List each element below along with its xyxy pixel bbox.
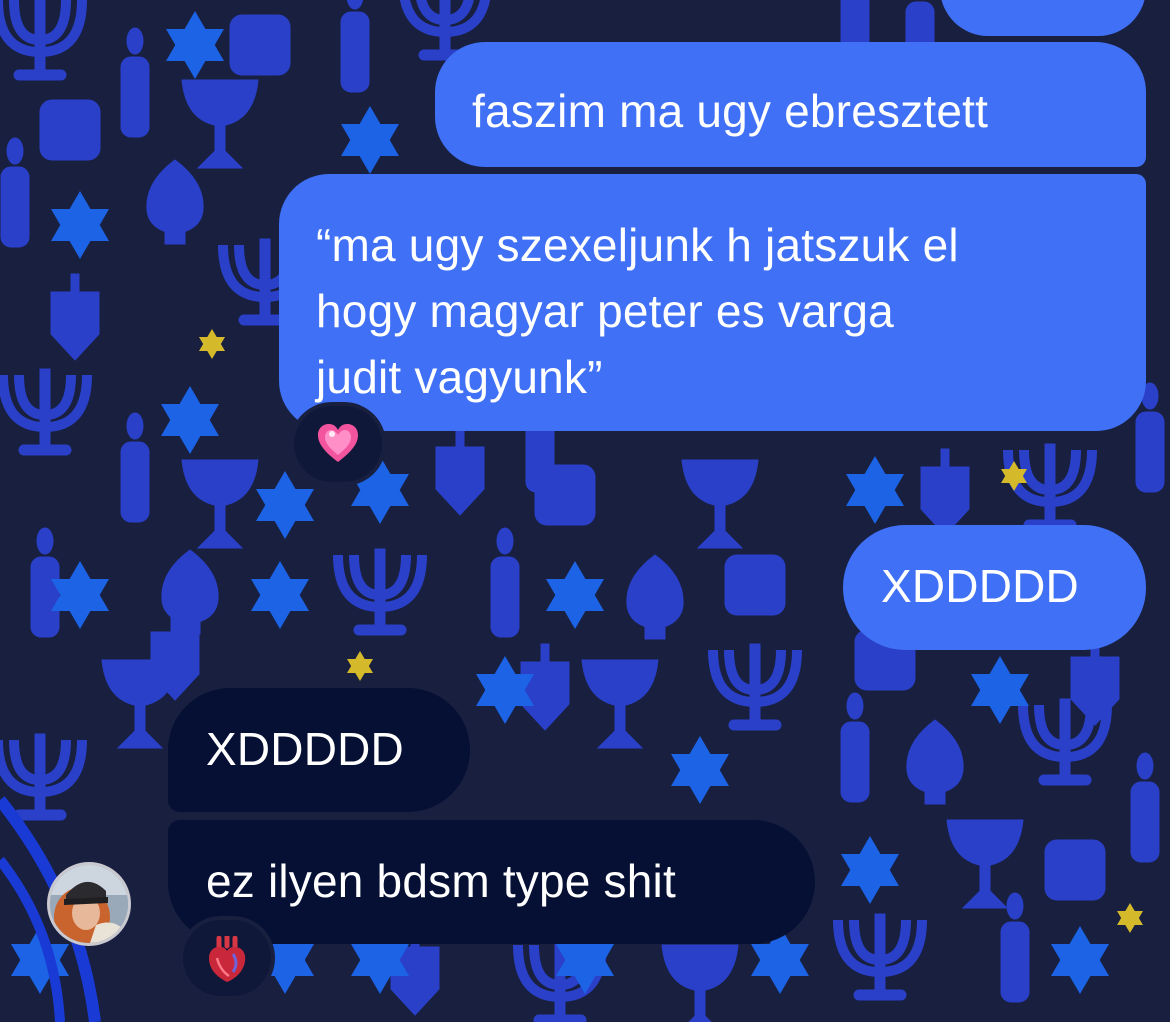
message-text-line: judit vagyunk” — [316, 351, 603, 403]
message-text: XDDDDD — [881, 560, 1079, 612]
message-bubble-previous — [940, 0, 1146, 36]
message-bubble-received[interactable]: ez ilyen bdsm type shit — [168, 820, 815, 944]
message-bubble-sent[interactable]: faszim ma ugy ebresztett — [435, 42, 1146, 167]
message-bubble-sent[interactable]: XDDDDD — [843, 525, 1146, 650]
message-text: ez ilyen bdsm type shit — [206, 855, 676, 907]
message-reaction[interactable] — [294, 406, 382, 482]
message-text: faszim ma ugy ebresztett — [472, 85, 989, 137]
message-text-line: “ma ugy szexeljunk h jatszuk el — [316, 219, 959, 271]
message-text-line: hogy magyar peter es varga — [316, 285, 894, 337]
heart-icon — [318, 424, 358, 462]
message-text: XDDDDD — [206, 723, 404, 775]
profile-photo — [50, 865, 128, 943]
anatomical-heart-icon — [209, 936, 246, 982]
avatar[interactable] — [47, 862, 131, 946]
message-bubble-sent[interactable]: “ma ugy szexeljunk h jatszuk el hogy mag… — [279, 174, 1146, 431]
message-bubble-received[interactable]: XDDDDD — [168, 688, 470, 812]
message-reaction[interactable] — [183, 920, 271, 996]
